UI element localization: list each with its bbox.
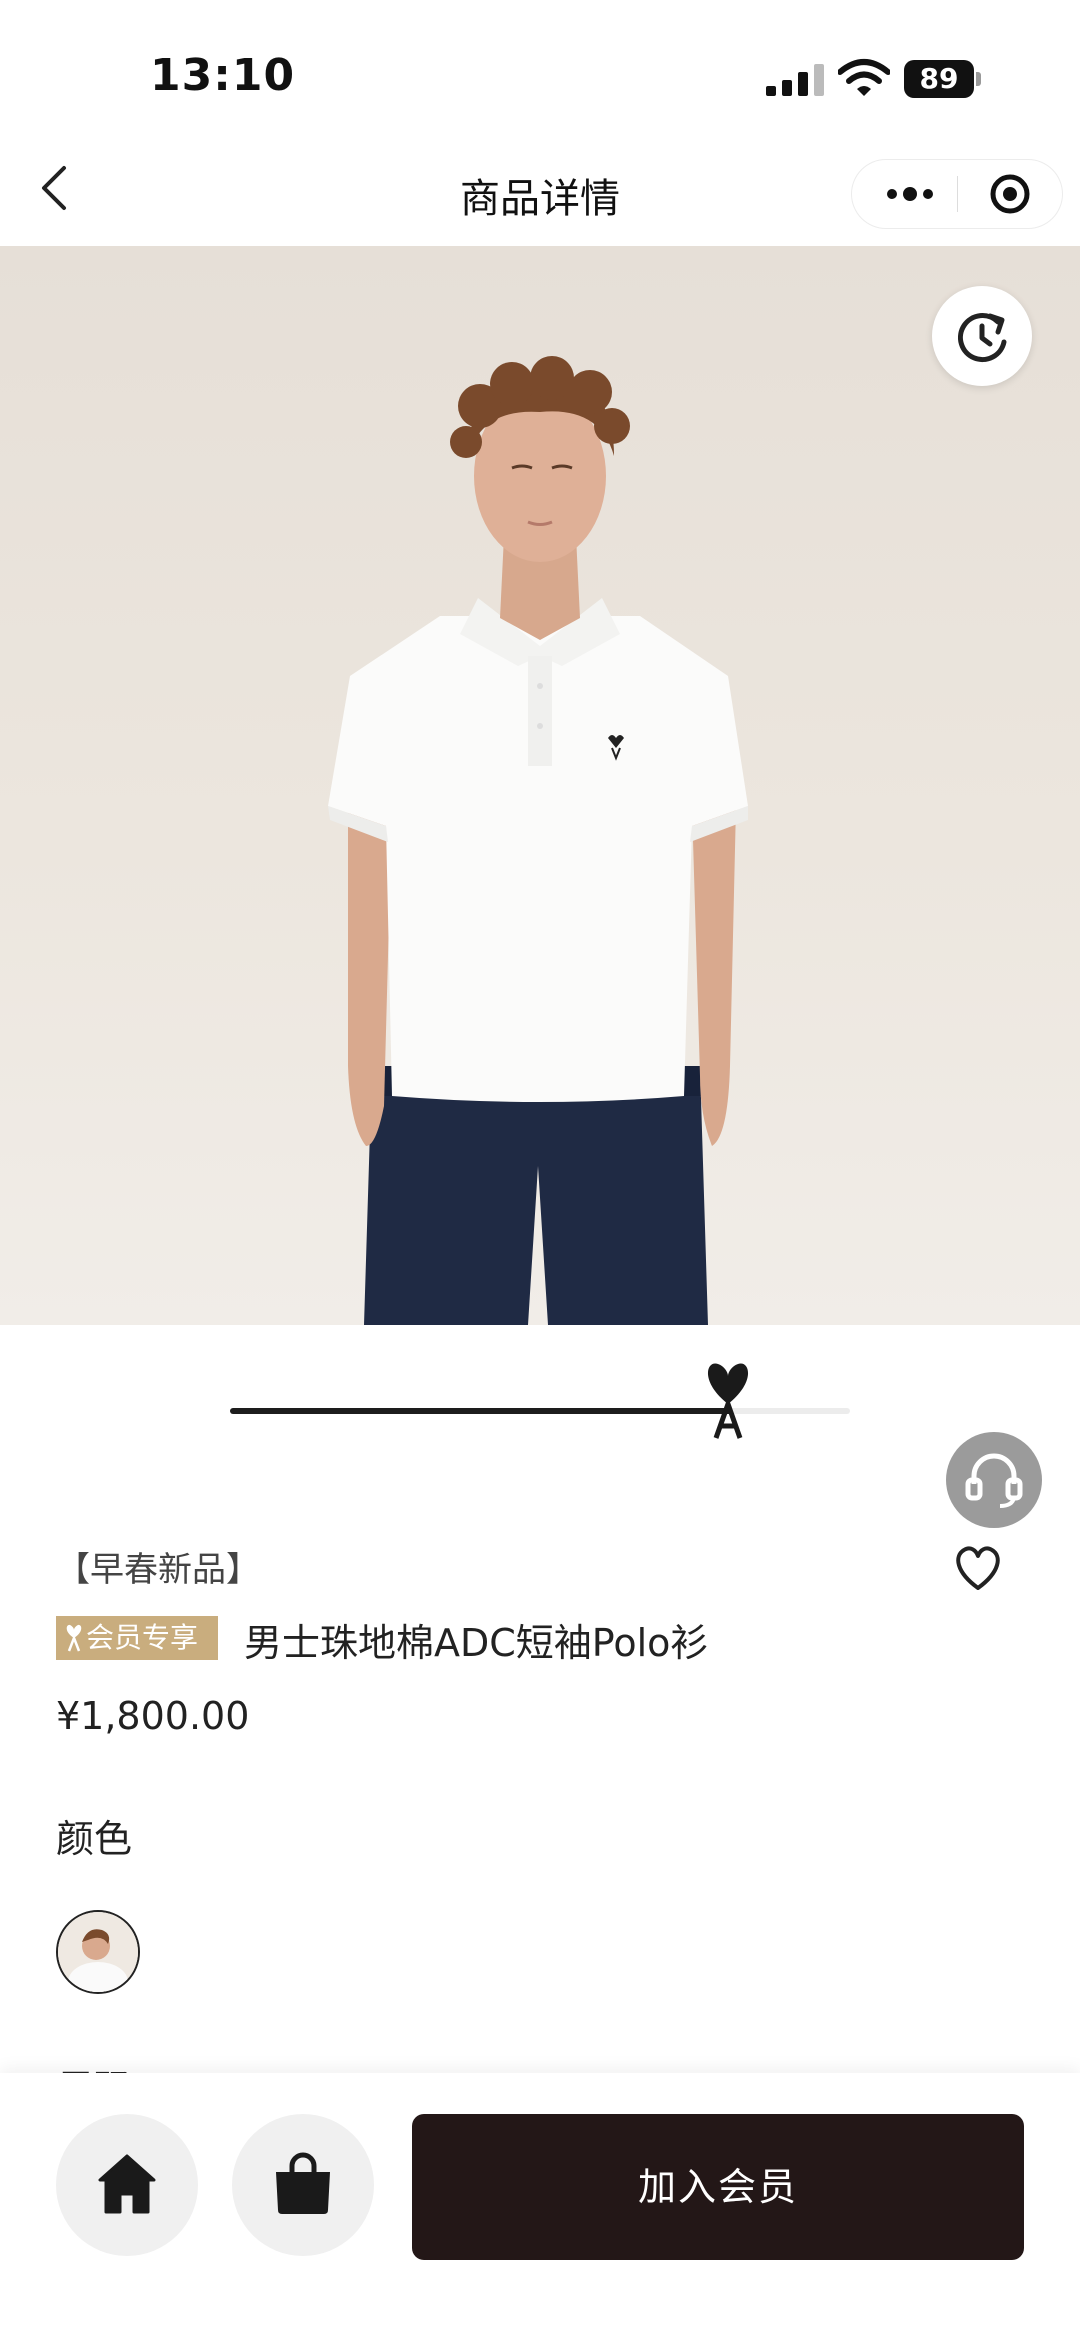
shopping-bag-icon bbox=[276, 2152, 330, 2214]
model-photo bbox=[328, 356, 748, 1325]
customer-service-button[interactable] bbox=[946, 1432, 1042, 1528]
home-button[interactable] bbox=[56, 2114, 198, 2256]
cellular-signal-icon bbox=[766, 64, 824, 96]
wifi-icon bbox=[838, 59, 890, 96]
join-membership-button[interactable]: 加入会员 bbox=[412, 2114, 1024, 2260]
capsule-divider bbox=[957, 176, 958, 212]
more-options-button[interactable] bbox=[880, 172, 940, 216]
battery-level: 89 bbox=[919, 62, 959, 95]
status-time: 13:10 bbox=[150, 50, 296, 101]
gallery-progress-fill bbox=[230, 1408, 732, 1414]
brand-logo-icon bbox=[66, 1624, 82, 1652]
brand-heart-logo-icon bbox=[707, 1363, 749, 1439]
shopping-bag-button[interactable] bbox=[232, 2114, 374, 2256]
color-label: 颜色 bbox=[56, 1817, 133, 1861]
member-badge-label: 会员专享 bbox=[86, 1621, 199, 1654]
home-icon bbox=[98, 2154, 156, 2214]
product-image[interactable] bbox=[0, 246, 1080, 1325]
product-name: 男士珠地棉ADC短袖Polo衫 bbox=[244, 1621, 709, 1665]
member-exclusive-badge: 会员专享 bbox=[56, 1616, 218, 1660]
product-price: ¥1,800.00 bbox=[56, 1694, 250, 1738]
battery-indicator: 89 bbox=[904, 60, 982, 98]
close-mini-program-button[interactable] bbox=[980, 172, 1040, 216]
favorite-heart-icon[interactable] bbox=[950, 1542, 1006, 1594]
season-tag: 【早春新品】 bbox=[56, 1550, 260, 1590]
refresh-button[interactable] bbox=[932, 286, 1032, 386]
color-option-white[interactable] bbox=[56, 1910, 140, 1994]
mini-program-capsule bbox=[852, 160, 1062, 228]
color-swatch-thumbnail bbox=[58, 1912, 138, 1992]
